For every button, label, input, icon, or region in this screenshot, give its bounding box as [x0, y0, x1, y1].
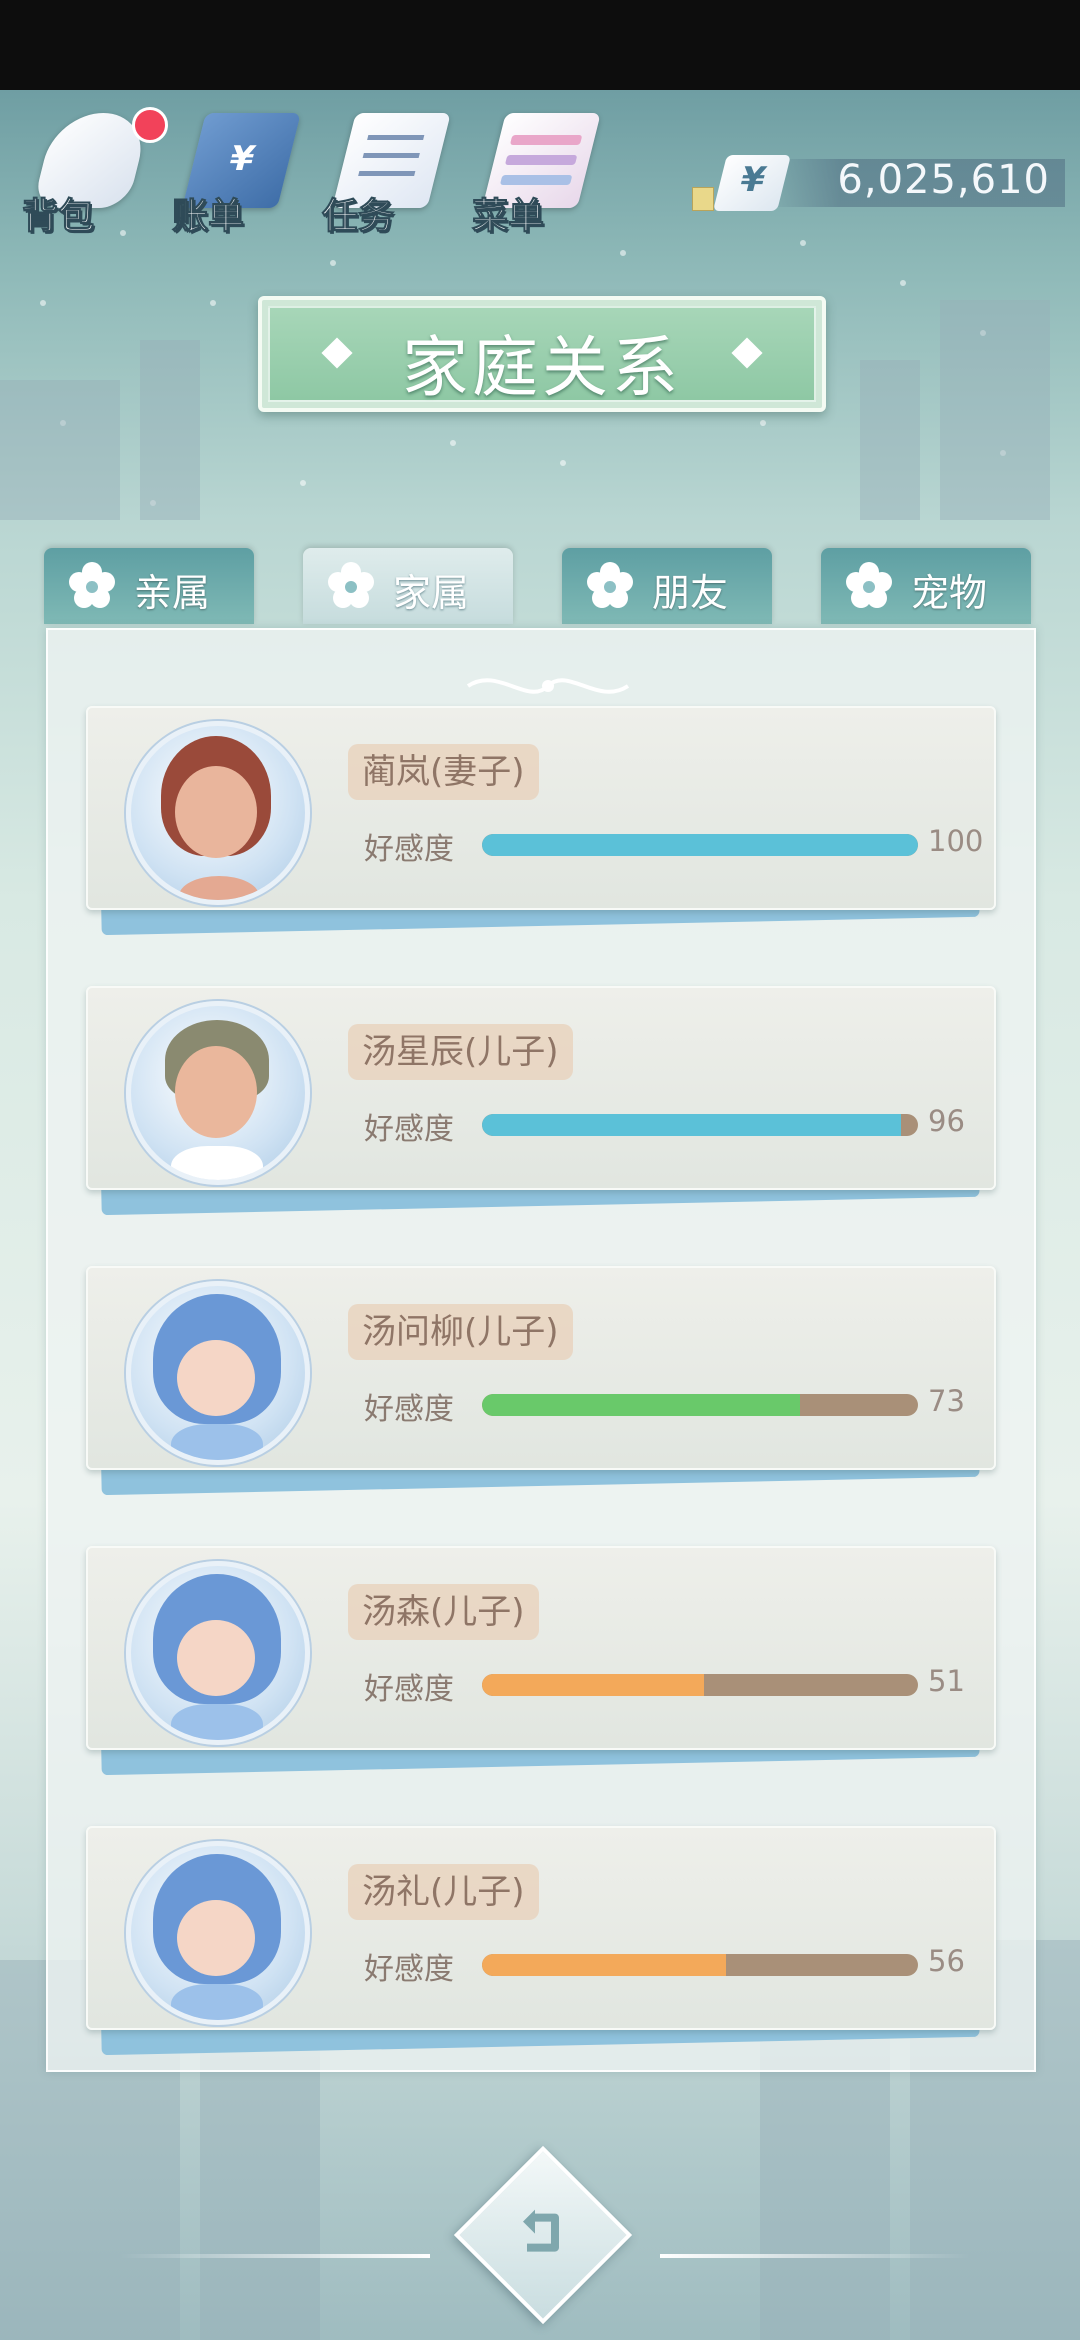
decorative-line-left: [120, 2254, 430, 2258]
tab-family[interactable]: 家属: [303, 548, 513, 624]
member-card[interactable]: 汤森(儿子) 好感度 51: [86, 1546, 996, 1776]
tab-friends[interactable]: 朋友: [562, 548, 772, 624]
tab-pets[interactable]: 宠物: [821, 548, 1031, 624]
affection-bar-fill: [482, 1674, 705, 1696]
affection-value: 100: [928, 824, 984, 858]
member-name: 蔺岚(妻子): [348, 744, 539, 800]
tab-label: 家属: [393, 571, 470, 615]
avatar: [126, 1841, 310, 2025]
affection-value: 56: [928, 1944, 965, 1978]
tab-label: 宠物: [911, 571, 988, 615]
sparkle: [560, 460, 566, 466]
backpack-button[interactable]: 背包: [21, 95, 168, 245]
affection-label: 好感度: [364, 832, 454, 867]
affection-bar: [482, 834, 918, 856]
task-button[interactable]: 任务: [321, 95, 452, 245]
tab-label: 亲属: [134, 571, 211, 615]
task-label: 任务: [321, 196, 395, 238]
avatar: [126, 1561, 310, 1745]
flower-icon: [846, 562, 892, 608]
avatar: [126, 1001, 310, 1185]
menu-button[interactable]: 菜单: [471, 95, 602, 245]
member-card[interactable]: 汤星辰(儿子) 好感度 96: [86, 986, 996, 1216]
page-title: 家庭关系: [402, 329, 682, 406]
tab-relatives[interactable]: 亲属: [44, 548, 254, 624]
bill-label: 账单: [171, 196, 245, 238]
avatar: [126, 721, 310, 905]
affection-bar: [482, 1954, 918, 1976]
affection-bar-fill: [482, 1394, 801, 1416]
money-display: ¥ 6,025,610: [690, 155, 1070, 211]
back-button[interactable]: [453, 2145, 633, 2325]
flower-icon: [587, 562, 633, 608]
avatar: [126, 1281, 310, 1465]
backpack-label: 背包: [21, 196, 95, 238]
sparkle: [900, 280, 906, 286]
affection-value: 73: [928, 1384, 965, 1418]
menu-label: 菜单: [471, 196, 545, 238]
notification-dot: [132, 107, 168, 143]
sparkle: [210, 300, 216, 306]
decorative-line-right: [660, 2254, 970, 2258]
member-name: 汤星辰(儿子): [348, 1024, 573, 1080]
affection-label: 好感度: [364, 1112, 454, 1147]
affection-bar-fill: [482, 834, 918, 856]
member-card[interactable]: 蔺岚(妻子) 好感度 100: [86, 706, 996, 936]
sparkle: [800, 240, 806, 246]
affection-bar: [482, 1114, 918, 1136]
money-amount: 6,025,610: [837, 157, 1050, 203]
affection-bar: [482, 1394, 918, 1416]
sparkle: [40, 300, 46, 306]
ornament-icon: [466, 678, 630, 694]
sparkle: [450, 440, 456, 446]
coin-icon: [692, 187, 714, 211]
member-card[interactable]: 汤礼(儿子) 好感度 56: [86, 1826, 996, 2056]
affection-label: 好感度: [364, 1672, 454, 1707]
affection-bar-fill: [482, 1114, 901, 1136]
sparkle: [760, 420, 766, 426]
affection-value: 51: [928, 1664, 965, 1698]
flower-icon: [328, 562, 374, 608]
sparkle: [620, 250, 626, 256]
sparkle: [300, 480, 306, 486]
member-card[interactable]: 汤问柳(儿子) 好感度 73: [86, 1266, 996, 1496]
affection-value: 96: [928, 1104, 965, 1138]
affection-label: 好感度: [364, 1392, 454, 1427]
affection-bar-fill: [482, 1954, 727, 1976]
affection-label: 好感度: [364, 1952, 454, 1987]
flower-icon: [69, 562, 115, 608]
tab-label: 朋友: [652, 571, 729, 615]
sparkle: [330, 260, 336, 266]
member-name: 汤礼(儿子): [348, 1864, 539, 1920]
bill-button[interactable]: ¥ 账单: [171, 95, 302, 245]
member-name: 汤森(儿子): [348, 1584, 539, 1640]
page-title-banner: 家庭关系: [258, 296, 826, 412]
member-name: 汤问柳(儿子): [348, 1304, 573, 1360]
affection-bar: [482, 1674, 918, 1696]
return-arrow-icon: [523, 2209, 559, 2252]
top-toolbar: 背包 ¥ 账单 任务 菜单: [21, 95, 622, 245]
